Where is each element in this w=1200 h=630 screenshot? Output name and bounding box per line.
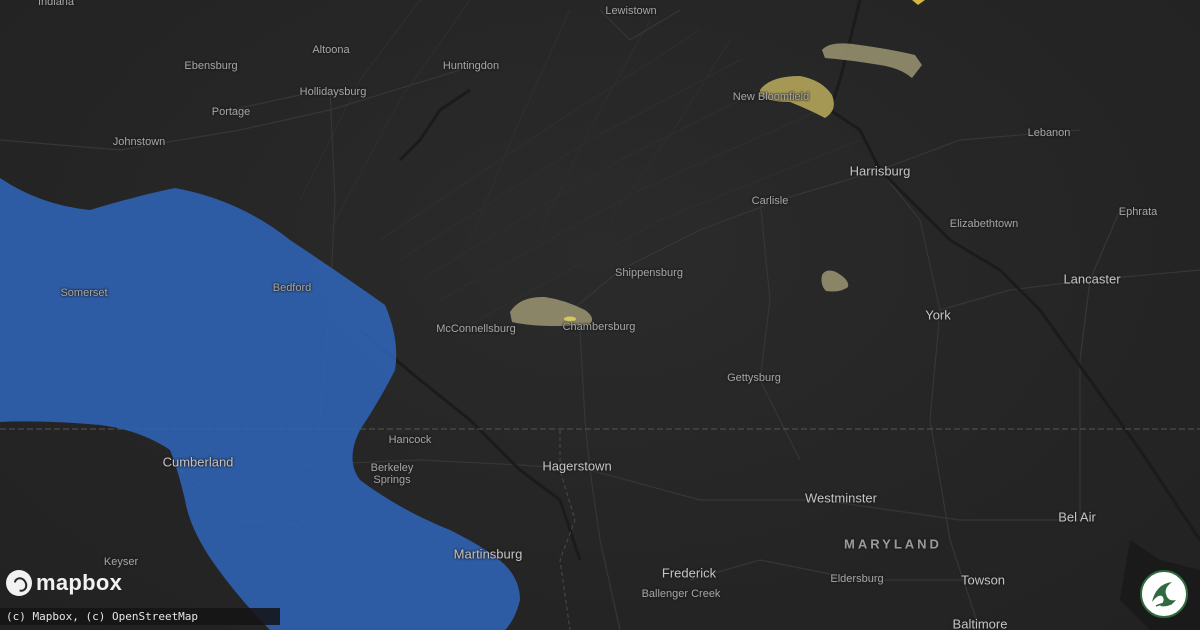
place-keyser: Keyser (103, 556, 139, 568)
map-canvas[interactable]: Indiana Lewistown Ebensburg Altoona Hunt… (0, 0, 1200, 630)
place-eldersburg: Eldersburg (830, 573, 884, 585)
place-westminster: Westminster (805, 490, 877, 506)
place-bel-air: Bel Air (1058, 509, 1096, 525)
place-bedford: Bedford (272, 282, 312, 294)
mapbox-logo[interactable]: mapbox (6, 570, 122, 596)
place-shippensburg: Shippensburg (615, 267, 683, 279)
place-baltimore: Baltimore (952, 616, 1008, 630)
place-carlisle: Carlisle (751, 195, 789, 207)
brand-swirl-icon (1152, 582, 1176, 607)
place-frederick: Frederick (661, 565, 717, 581)
place-hollidaysburg: Hollidaysburg (299, 86, 367, 98)
terrain-ridges (299, 0, 861, 331)
place-altoona: Altoona (312, 44, 350, 56)
mapbox-logo-icon (6, 570, 32, 596)
hail-swath-perry-north[interactable] (822, 43, 922, 78)
warning-area-polygon[interactable] (0, 178, 520, 630)
place-lancaster: Lancaster (1063, 271, 1121, 287)
place-mcconnellsburg: McConnellsburg (436, 323, 516, 335)
place-harrisburg: Harrisburg (849, 163, 911, 179)
place-gettysburg: Gettysburg (727, 372, 781, 384)
place-hagerstown: Hagerstown (542, 458, 612, 474)
place-somerset: Somerset (60, 287, 108, 299)
mapbox-logo-text: mapbox (36, 570, 123, 595)
place-huntingdon: Huntingdon (442, 60, 500, 72)
place-lebanon: Lebanon (1027, 127, 1071, 139)
place-ballenger-creek: Ballenger Creek (641, 588, 721, 600)
place-hancock: Hancock (388, 434, 432, 446)
hail-swath-york-west[interactable] (821, 270, 849, 292)
place-york: York (925, 307, 951, 323)
place-lewistown: Lewistown (605, 5, 657, 17)
map-base-layer (0, 0, 1200, 630)
place-berkeley-springs: Berkeley Springs (370, 462, 414, 486)
place-portage: Portage (211, 106, 251, 118)
place-ebensburg: Ebensburg (184, 60, 238, 72)
place-martinsburg: Martinsburg (453, 546, 523, 562)
place-maryland: MARYLAND (844, 536, 942, 552)
place-ephrata: Ephrata (1118, 206, 1158, 218)
place-cumberland: Cumberland (162, 454, 234, 470)
place-chambersburg: Chambersburg (562, 321, 636, 333)
brand-badge[interactable] (1140, 570, 1188, 618)
place-new-bloomfield: New Bloomfield (732, 91, 810, 103)
place-elizabethtown: Elizabethtown (949, 218, 1019, 230)
map-attribution[interactable]: (c) Mapbox, (c) OpenStreetMap (0, 608, 280, 625)
hail-swath-top-edge[interactable] (912, 0, 925, 5)
place-towson: Towson (960, 572, 1006, 588)
place-indiana: Indiana (37, 0, 75, 8)
place-johnstown: Johnstown (112, 136, 166, 148)
